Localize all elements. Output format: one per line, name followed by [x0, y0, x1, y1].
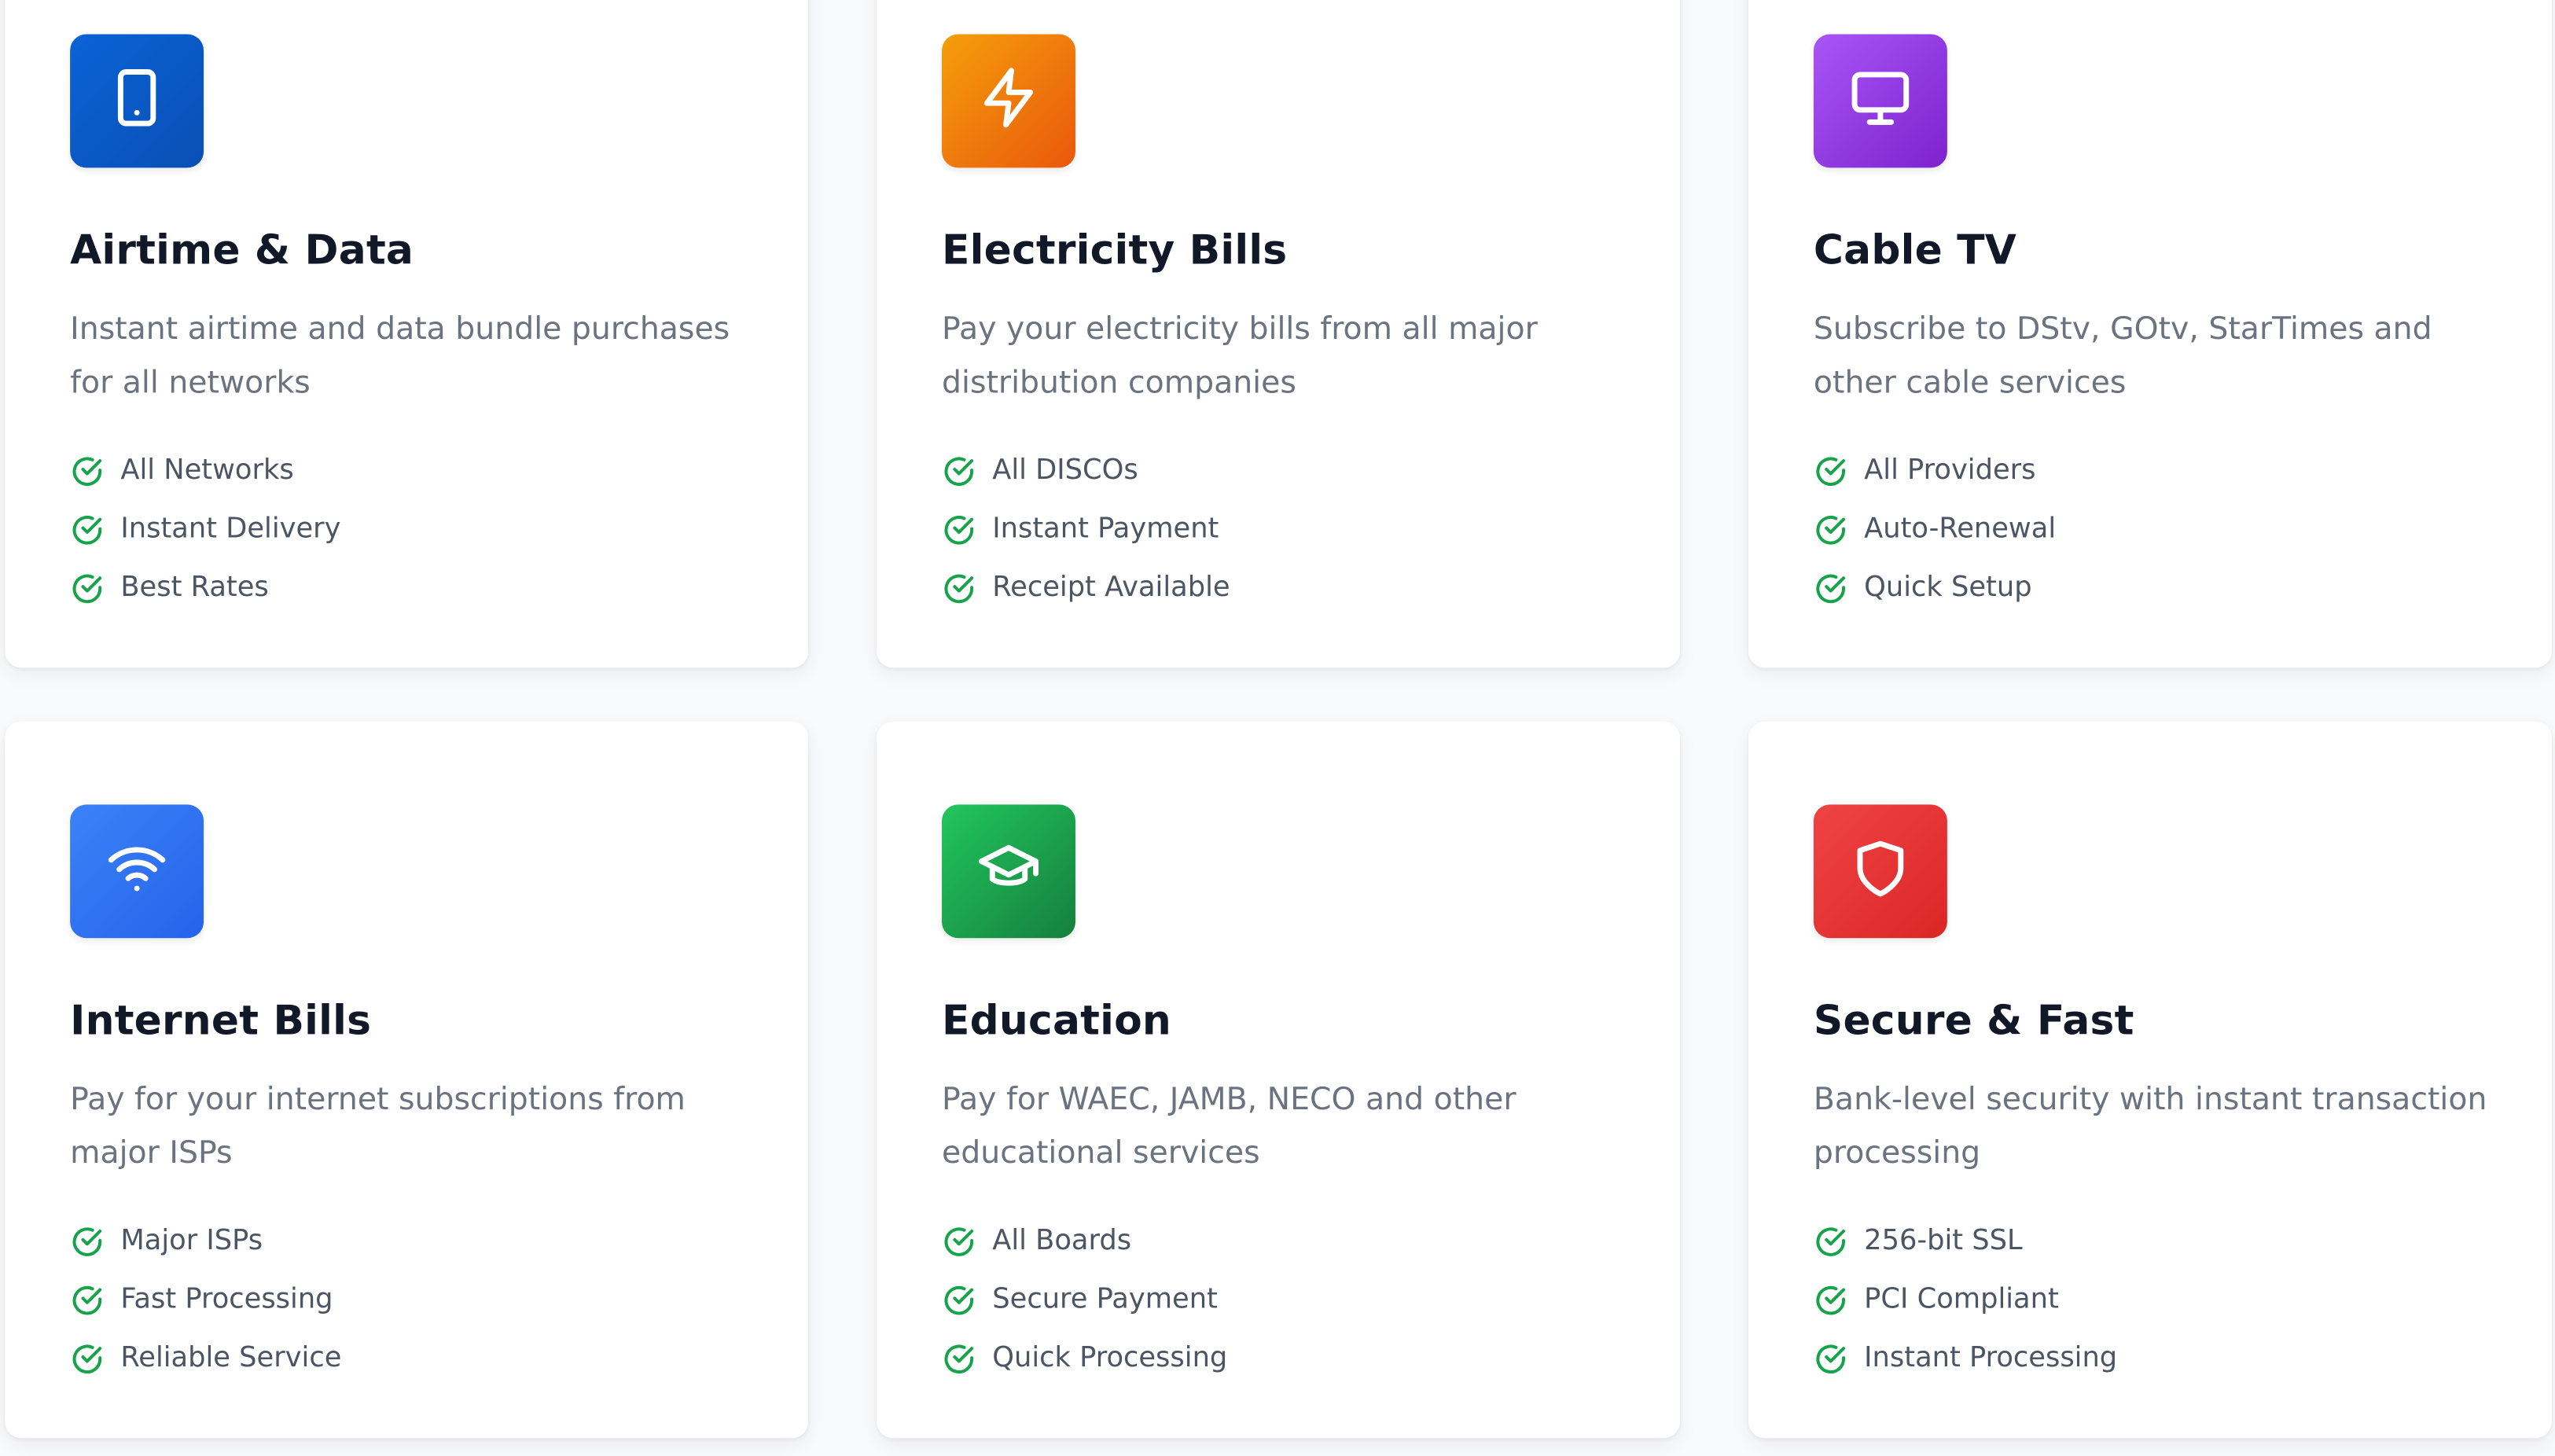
feature-label: Quick Setup — [1864, 572, 2032, 605]
feature-item: Quick Processing — [942, 1329, 1615, 1388]
service-card-airtime[interactable]: Airtime & Data Instant airtime and data … — [5, 0, 809, 668]
feature-label: 256-bit SSL — [1864, 1224, 2023, 1258]
check-circle-icon — [942, 454, 976, 488]
check-circle-icon — [70, 1224, 105, 1259]
feature-item: Best Rates — [70, 559, 743, 618]
feature-item: All DISCOs — [942, 441, 1615, 500]
card-title: Education — [942, 996, 1171, 1044]
feature-label: All Providers — [1864, 454, 2036, 487]
feature-label: Best Rates — [120, 572, 269, 605]
lightning-icon — [976, 65, 1042, 137]
feature-label: Major ISPs — [120, 1224, 263, 1258]
check-circle-icon — [1814, 1224, 1848, 1259]
check-circle-icon — [70, 1341, 105, 1376]
icon-tile — [1813, 804, 1947, 939]
feature-label: Secure Payment — [992, 1283, 1218, 1316]
feature-label: Quick Processing — [992, 1341, 1228, 1375]
service-card-internet[interactable]: Internet Bills Pay for your internet sub… — [5, 721, 809, 1439]
feature-label: Instant Payment — [992, 513, 1219, 546]
check-circle-icon — [942, 1341, 976, 1376]
check-circle-icon — [70, 513, 105, 547]
check-circle-icon — [942, 1224, 976, 1259]
card-title: Internet Bills — [70, 996, 372, 1044]
service-card-education[interactable]: Education Pay for WAEC, JAMB, NECO and o… — [877, 721, 1680, 1439]
icon-tile — [70, 34, 204, 168]
feature-item: Instant Payment — [942, 500, 1615, 559]
check-circle-icon — [1814, 513, 1848, 547]
card-description: Pay for WAEC, JAMB, NECO and other educa… — [942, 1081, 1516, 1171]
card-description: Pay for your internet subscriptions from… — [70, 1081, 686, 1171]
feature-item: All Networks — [70, 441, 743, 500]
icon-tile — [70, 804, 204, 939]
feature-list: 256-bit SSL PCI Compliant Instant Proces… — [1814, 1211, 2487, 1388]
check-circle-icon — [942, 571, 976, 605]
services-grid: Airtime & Data Instant airtime and data … — [5, 0, 2552, 1439]
feature-item: Quick Setup — [1814, 559, 2487, 618]
check-circle-icon — [70, 454, 105, 488]
feature-item: Receipt Available — [942, 559, 1615, 618]
shield-icon — [1847, 836, 1913, 907]
feature-label: Receipt Available — [992, 572, 1230, 605]
icon-tile — [942, 34, 1075, 168]
feature-item: 256-bit SSL — [1814, 1211, 2487, 1270]
service-card-electricity[interactable]: Electricity Bills Pay your electricity b… — [877, 0, 1680, 668]
feature-label: Instant Delivery — [120, 513, 341, 546]
feature-label: Auto-Renewal — [1864, 513, 2057, 546]
check-circle-icon — [1814, 454, 1848, 488]
feature-item: PCI Compliant — [1814, 1270, 2487, 1329]
check-circle-icon — [70, 1282, 105, 1317]
feature-item: All Boards — [942, 1211, 1615, 1270]
feature-label: Reliable Service — [120, 1341, 342, 1375]
smartphone-icon — [105, 65, 170, 137]
feature-list: Major ISPs Fast Processing Reliable Serv… — [70, 1211, 743, 1388]
check-circle-icon — [1814, 1282, 1848, 1317]
check-circle-icon — [942, 513, 976, 547]
icon-tile — [942, 804, 1075, 939]
feature-item: Major ISPs — [70, 1211, 743, 1270]
service-card-cable-tv[interactable]: Cable TV Subscribe to DStv, GOtv, StarTi… — [1748, 0, 2552, 668]
feature-list: All Networks Instant Delivery Best Rates — [70, 441, 743, 617]
feature-item: Instant Delivery — [70, 500, 743, 559]
check-circle-icon — [70, 571, 105, 605]
check-circle-icon — [1814, 1341, 1848, 1376]
card-title: Cable TV — [1813, 226, 2017, 274]
service-card-secure[interactable]: Secure & Fast Bank-level security with i… — [1748, 721, 2552, 1439]
card-description: Subscribe to DStv, GOtv, StarTimes and o… — [1813, 311, 2432, 401]
card-title: Secure & Fast — [1813, 996, 2134, 1044]
feature-item: Auto-Renewal — [1814, 500, 2487, 559]
feature-item: Fast Processing — [70, 1270, 743, 1329]
card-description: Instant airtime and data bundle purchase… — [70, 311, 730, 401]
check-circle-icon — [942, 1282, 976, 1317]
icon-tile — [1813, 34, 1947, 168]
feature-list: All DISCOs Instant Payment Receipt Avail… — [942, 441, 1615, 617]
feature-label: All DISCOs — [992, 454, 1138, 487]
feature-list: All Boards Secure Payment Quick Processi… — [942, 1211, 1615, 1388]
feature-item: All Providers — [1814, 441, 2487, 500]
feature-label: PCI Compliant — [1864, 1283, 2059, 1316]
feature-label: Fast Processing — [120, 1283, 333, 1316]
card-description: Bank-level security with instant transac… — [1813, 1081, 2487, 1171]
feature-item: Secure Payment — [942, 1270, 1615, 1329]
feature-item: Instant Processing — [1814, 1329, 2487, 1388]
feature-label: All Boards — [992, 1224, 1132, 1258]
feature-item: Reliable Service — [70, 1329, 743, 1388]
feature-label: Instant Processing — [1864, 1341, 2118, 1375]
card-description: Pay your electricity bills from all majo… — [942, 311, 1538, 401]
card-title: Airtime & Data — [70, 226, 414, 274]
check-circle-icon — [1814, 571, 1848, 605]
feature-list: All Providers Auto-Renewal Quick Setup — [1814, 441, 2487, 617]
card-title: Electricity Bills — [942, 226, 1288, 274]
services-section: Airtime & Data Instant airtime and data … — [0, 0, 2555, 1456]
feature-label: All Networks — [120, 454, 294, 487]
wifi-icon — [105, 836, 170, 907]
monitor-icon — [1847, 65, 1913, 137]
graduation-cap-icon — [976, 836, 1042, 907]
